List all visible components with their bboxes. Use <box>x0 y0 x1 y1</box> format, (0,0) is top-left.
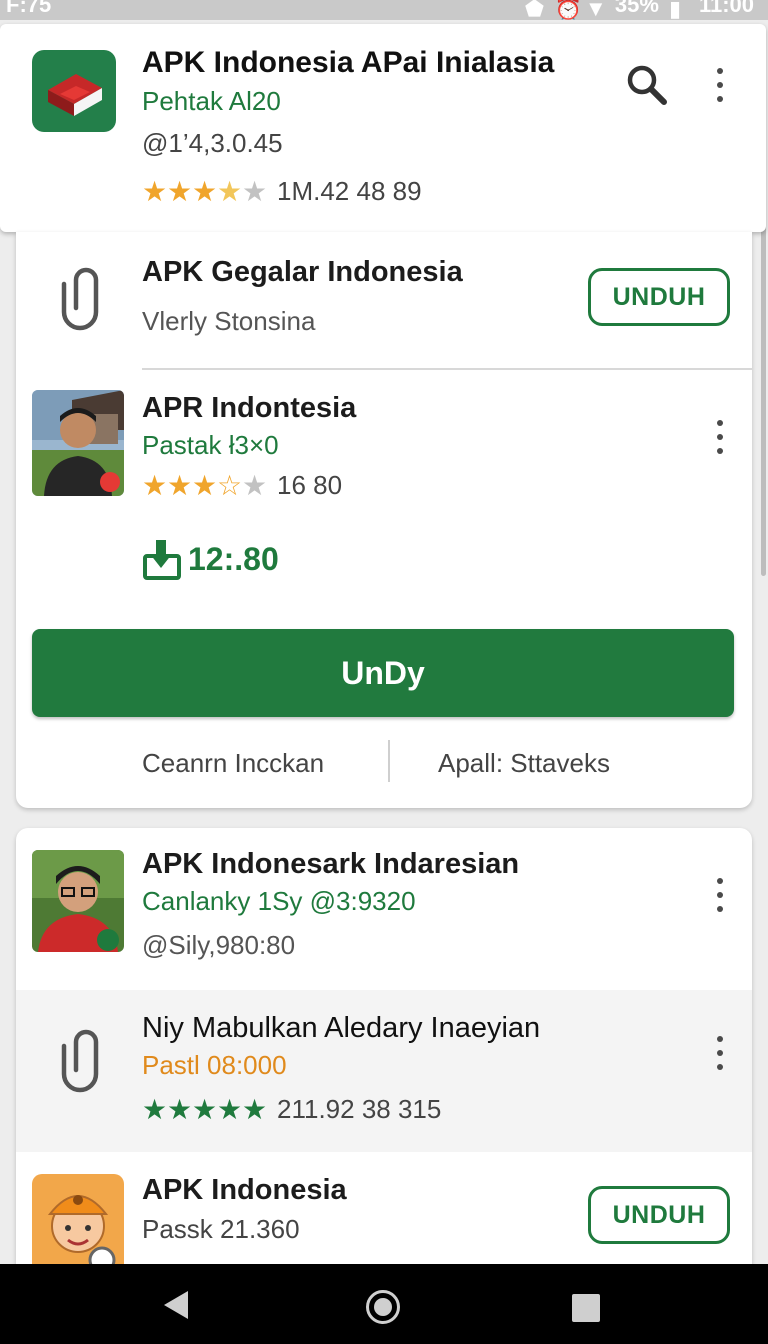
star-full-icon: ★ <box>242 1093 268 1125</box>
search-icon <box>627 65 667 105</box>
star-full-icon: ★ <box>167 1093 193 1125</box>
battery-percent: 35% <box>614 0 659 17</box>
rating-stars: ★ ★ ★ ★ ★ <box>142 175 268 207</box>
alarm-icon: ⏰ <box>554 0 583 20</box>
download-size: 12:.80 <box>142 538 279 580</box>
app-logo-icon <box>32 50 116 132</box>
star-half-icon: ★ <box>217 175 243 207</box>
star-full-icon: ★ <box>192 175 218 207</box>
back-icon[interactable] <box>164 1291 188 1319</box>
size-text: 12:.80 <box>188 540 279 577</box>
app-header-card: APK Indonesia APai Inialasia Pehtak Al20… <box>0 24 766 232</box>
item-title: APR Indontesia <box>142 392 357 424</box>
app-developer[interactable]: Pehtak Al20 <box>142 86 281 117</box>
star-empty-icon: ★ <box>242 469 268 501</box>
attachment-icon <box>54 262 106 332</box>
battery-icon: ▮ <box>668 0 682 20</box>
list-item[interactable]: Niy Mabulkan Aledary Inaeyian Pastl 08:0… <box>16 990 752 1152</box>
star-empty-icon: ★ <box>242 175 268 207</box>
app-version: @1’4,3.0.45 <box>142 128 283 158</box>
search-button[interactable] <box>624 62 670 108</box>
list-item[interactable]: APK Gegalar Indonesia Vlerly Stonsina UN… <box>16 232 752 370</box>
avatar[interactable] <box>32 1174 124 1268</box>
attachment-icon <box>54 1024 106 1094</box>
item-subtitle: Vlerly Stonsina <box>142 306 316 336</box>
recent-apps-icon[interactable] <box>572 1294 600 1322</box>
star-full-icon: ★ <box>142 175 168 207</box>
star-full-icon: ★ <box>217 1093 243 1125</box>
rating-stars: ★ ★ ★ ★ ★ <box>142 1093 268 1125</box>
overflow-menu-icon[interactable] <box>714 66 726 106</box>
rating-stars: ★ ★ ★ ☆ ★ <box>142 469 268 501</box>
shield-icon: ⬟ <box>524 0 545 20</box>
item-rating: ★ ★ ★ ☆ ★ 16 80 <box>142 470 342 501</box>
item-title: APK Indonesia <box>142 1174 347 1206</box>
navigation-bar <box>0 1264 768 1344</box>
star-full-icon: ★ <box>192 1093 218 1125</box>
download-icon <box>143 540 181 580</box>
rating-meta: 211.92 38 315 <box>277 1094 442 1124</box>
item-title: APK Gegalar Indonesia <box>142 256 463 288</box>
item-meta: @Sily,980:80 <box>142 930 296 960</box>
install-button[interactable]: UnDy <box>32 629 734 717</box>
avatar[interactable] <box>32 390 124 496</box>
star-half-icon: ★ <box>192 469 218 501</box>
header-rating: ★ ★ ★ ★ ★ 1M.42 48 89 <box>142 176 422 207</box>
status-bar: F:75 ⬟ ⏰ ▼ 35% ▮ 11:00 <box>0 0 768 20</box>
item-subtitle: Passk 21.360 <box>142 1214 300 1244</box>
status-clock: 11:00 <box>698 0 754 17</box>
divider <box>142 368 752 370</box>
footer-link-left[interactable]: Ceanrn Incckan <box>142 748 324 779</box>
rating-meta: 1M.42 48 89 <box>277 176 422 206</box>
footer-divider <box>388 740 390 782</box>
item-menu-icon[interactable] <box>714 876 726 916</box>
star-full-icon: ★ <box>142 469 168 501</box>
footer-link-right[interactable]: Apall: Sttaveks <box>438 748 610 779</box>
app-list-card: APK Indonesark Indaresian Canlanky 1Sy @… <box>16 828 752 1268</box>
rating-meta: 16 80 <box>277 470 343 500</box>
item-developer[interactable]: Pastak ł3×0 <box>142 430 279 461</box>
wifi-icon: ▼ <box>584 0 607 20</box>
download-button[interactable]: UNDUH <box>588 268 730 326</box>
item-rating: ★ ★ ★ ★ ★ 211.92 38 315 <box>142 1094 441 1125</box>
item-title: Niy Mabulkan Aledary Inaeyian <box>142 1012 541 1044</box>
status-time: F:75 <box>6 0 52 17</box>
item-menu-icon[interactable] <box>714 418 726 458</box>
item-developer[interactable]: Canlanky 1Sy @3:9320 <box>142 886 416 917</box>
home-icon[interactable] <box>366 1290 400 1324</box>
featured-card: APK Gegalar Indonesia Vlerly Stonsina UN… <box>16 232 752 808</box>
star-full-icon: ★ <box>142 1093 168 1125</box>
avatar[interactable] <box>32 850 124 952</box>
download-button[interactable]: UNDUH <box>588 1186 730 1244</box>
star-outline-icon: ☆ <box>217 469 243 501</box>
item-title: APK Indonesark Indaresian <box>142 848 520 880</box>
star-full-icon: ★ <box>167 469 193 501</box>
app-title: APK Indonesia APai Inialasia <box>142 46 555 79</box>
star-full-icon: ★ <box>167 175 193 207</box>
item-menu-icon[interactable] <box>714 1034 726 1074</box>
item-developer[interactable]: Pastl 08:000 <box>142 1050 287 1081</box>
